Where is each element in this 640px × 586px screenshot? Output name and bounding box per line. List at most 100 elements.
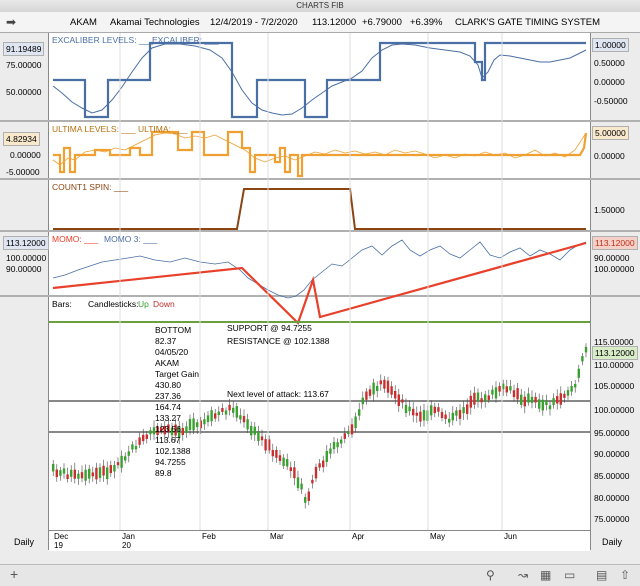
candle: [73, 469, 76, 479]
info-line: 82.37: [155, 336, 177, 346]
x-tick: May: [430, 532, 446, 541]
candle: [577, 368, 580, 378]
excaliber-left-tick: 75.00000: [6, 60, 42, 70]
candle: [116, 462, 120, 466]
excaliber-right-tick: 0.00000: [594, 77, 625, 87]
period-selector-right[interactable]: Daily: [602, 537, 622, 547]
excaliber-legend: EXCALIBER: ___: [152, 35, 219, 45]
x-axis[interactable]: Dec 19 Jan 20 Feb Mar Apr May Jun: [49, 530, 590, 551]
add-button[interactable]: +: [10, 566, 18, 582]
candle: [336, 442, 339, 448]
candle: [149, 430, 152, 435]
candle: [210, 410, 213, 422]
candle: [340, 439, 343, 444]
candle: [253, 426, 256, 435]
candle: [109, 465, 112, 474]
x-tick: Apr: [352, 532, 365, 541]
candle: [347, 430, 350, 435]
momo-left-tick: 90.00000: [6, 264, 42, 274]
candle: [566, 390, 570, 396]
candle: [124, 456, 127, 461]
candle: [329, 448, 332, 454]
x-tick: Feb: [202, 532, 216, 541]
candle: [354, 416, 357, 429]
candle: [545, 400, 548, 406]
excaliber-left-tick: 50.00000: [6, 87, 42, 97]
candle: [358, 409, 361, 416]
candle: [120, 455, 123, 468]
candle: [55, 469, 58, 478]
candle: [228, 404, 231, 411]
candle: [581, 356, 584, 362]
info-line: BOTTOM: [155, 325, 192, 335]
price-tick: 95.00000: [594, 428, 630, 438]
candle: [505, 386, 508, 393]
candle: [88, 468, 91, 479]
info-line: 89.8: [155, 468, 172, 478]
candle: [476, 392, 480, 402]
candle: [383, 379, 386, 389]
candle: [379, 380, 382, 385]
search-icon[interactable]: ⚲: [486, 568, 495, 582]
candle: [293, 467, 296, 479]
candle: [59, 470, 62, 476]
candle: [530, 396, 534, 403]
momo-legend: MOMO: ___: [52, 234, 99, 244]
ultima-legend: ULTIMA: ___: [138, 124, 188, 134]
candle: [520, 394, 523, 405]
candle: [401, 399, 404, 403]
candlesticks: [52, 343, 588, 509]
candle: [84, 469, 87, 481]
candle: [394, 390, 397, 399]
candle: [462, 407, 465, 414]
candle: [304, 497, 307, 503]
candle: [538, 399, 541, 409]
ultima-left-tick: 0.00000: [10, 150, 41, 160]
candle: [372, 382, 375, 395]
candle: [91, 472, 94, 477]
count1-spin-line: [53, 188, 586, 230]
candle: [534, 396, 537, 403]
candle: [440, 411, 444, 419]
candle: [390, 386, 393, 395]
candle-down-legend: Down: [153, 299, 175, 309]
candle: [563, 393, 566, 398]
period-selector-left[interactable]: Daily: [14, 537, 34, 547]
candle: [214, 413, 217, 419]
momo-left-tick: 100.00000: [6, 253, 47, 263]
info-line: 164.74: [155, 402, 181, 412]
candle: [318, 463, 321, 468]
candle: [138, 437, 141, 445]
candle: [404, 404, 408, 414]
candle: [134, 446, 138, 450]
candle: [448, 418, 451, 423]
candle: [509, 386, 512, 391]
candle: [466, 404, 469, 414]
candle: [451, 412, 454, 421]
candle: [106, 467, 109, 480]
book-icon[interactable]: ▤: [596, 568, 607, 582]
info-line: 102.1388: [155, 446, 191, 456]
momo-left-value: 113.12000: [3, 236, 49, 250]
ultima-right-value: 5.00000: [592, 126, 629, 140]
candle: [455, 410, 458, 416]
candle: [361, 397, 364, 405]
panel-icon[interactable]: ▭: [564, 568, 575, 582]
candle: [278, 455, 282, 462]
x-tick: Jan 20: [122, 532, 135, 550]
candle: [311, 479, 314, 484]
candle: [307, 491, 310, 501]
info-line: 237.36: [155, 391, 181, 401]
candle: [142, 434, 145, 442]
candle: [203, 419, 206, 425]
candle: [516, 388, 519, 400]
candle: [437, 407, 440, 412]
candle: [102, 465, 105, 476]
ultima-levels-legend: ULTIMA LEVELS: ___: [52, 124, 136, 134]
candle: [206, 415, 210, 422]
line-chart-icon[interactable]: ↝: [518, 568, 528, 582]
share-icon[interactable]: ⇧: [620, 568, 630, 582]
candle: [325, 450, 328, 462]
candle: [412, 408, 415, 416]
grid-icon[interactable]: ▦: [540, 568, 551, 582]
